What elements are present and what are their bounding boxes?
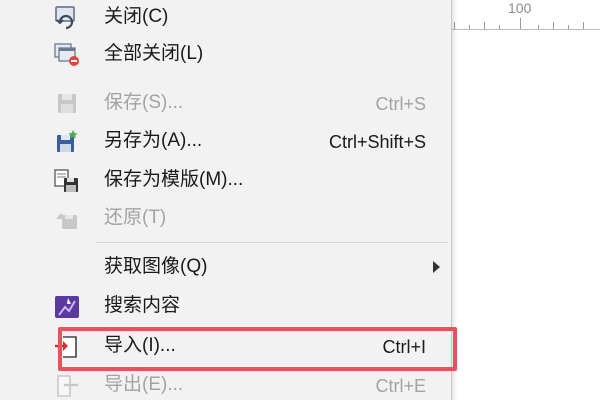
save-template-icon xyxy=(54,169,80,193)
ruler-label: 100 xyxy=(508,0,532,16)
save-icon xyxy=(54,92,80,116)
submenu-arrow-icon xyxy=(433,261,440,273)
menu-item-save-as[interactable]: 另存为(A)... Ctrl+Shift+S xyxy=(0,122,452,160)
menu-item-acquire-image[interactable]: 获取图像(Q) xyxy=(0,248,452,286)
ruler-tick xyxy=(583,22,584,29)
horizontal-ruler[interactable]: 100 xyxy=(452,0,600,30)
ruler-tick xyxy=(454,22,455,29)
export-icon xyxy=(54,374,80,398)
ruler-tick xyxy=(520,18,521,29)
menu-item-shortcut: Ctrl+S xyxy=(375,94,426,114)
menu-item-label: 关闭(C) xyxy=(104,6,169,27)
save-as-icon xyxy=(54,130,80,154)
close-all-icon xyxy=(54,43,80,67)
menu-item-save-template[interactable]: 保存为模版(M)... xyxy=(0,161,452,199)
menu-item-label: 还原(T) xyxy=(104,207,167,228)
ruler-tick xyxy=(568,25,569,29)
menu-item-label: 另存为(A)... xyxy=(104,130,203,151)
menu-item-export[interactable]: 导出(E)... Ctrl+E xyxy=(0,366,452,400)
ruler-tick xyxy=(469,25,470,29)
menu-separator xyxy=(96,242,448,243)
import-highlight-box xyxy=(58,327,457,371)
ruler-tick xyxy=(553,22,554,29)
menu-item-close[interactable]: 关闭(C) xyxy=(0,0,452,36)
search-content-icon xyxy=(54,295,80,319)
ruler-tick xyxy=(484,22,485,29)
menu-item-label: 保存为模版(M)... xyxy=(104,169,244,190)
menu-item-label: 保存(S)... xyxy=(104,92,184,113)
menu-item-save[interactable]: 保存(S)... Ctrl+S xyxy=(0,84,452,122)
menu-item-label: 全部关闭(L) xyxy=(104,43,204,64)
ruler-tick xyxy=(538,25,539,29)
menu-item-shortcut: Ctrl+E xyxy=(375,376,426,396)
ruler-tick xyxy=(499,25,500,29)
menu-item-search-content[interactable]: 搜索内容 xyxy=(0,287,452,325)
menu-item-revert[interactable]: 还原(T) xyxy=(0,199,452,237)
menu-item-label: 获取图像(Q) xyxy=(104,256,208,277)
revert-icon xyxy=(54,207,80,231)
menu-item-label: 导出(E)... xyxy=(104,374,184,395)
menu-item-shortcut: Ctrl+Shift+S xyxy=(328,132,426,152)
menu-item-label: 搜索内容 xyxy=(104,295,181,316)
close-file-icon xyxy=(54,6,80,30)
menu-item-close-all[interactable]: 全部关闭(L) xyxy=(0,35,452,73)
